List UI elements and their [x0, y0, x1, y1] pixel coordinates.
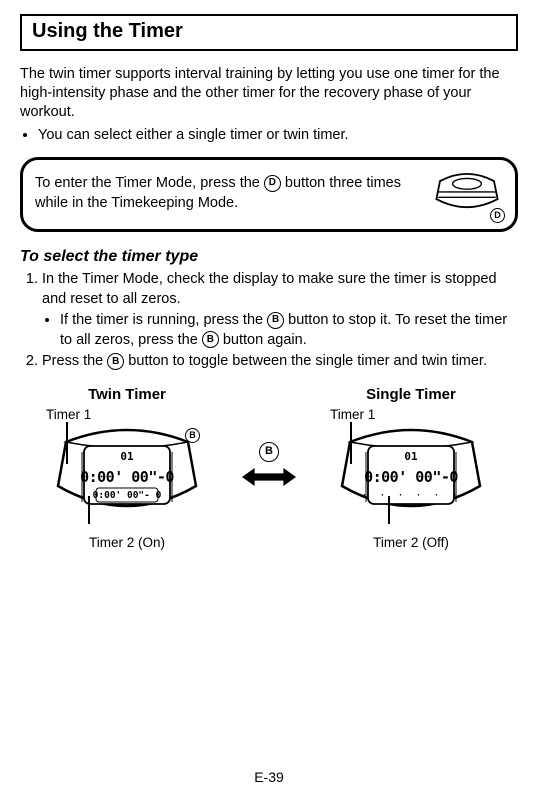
intro-bullets: You can select either a single timer or … [20, 126, 518, 146]
mode-tip-box: To enter the Timer Mode, press the D but… [20, 157, 518, 232]
toggle-arrow: B [242, 442, 296, 488]
intro-bullet-1: You can select either a single timer or … [38, 126, 518, 146]
step-1a: If the timer is running, press the B but… [60, 311, 518, 350]
figure-twin-timer: Twin Timer Timer 1 01 0:00' 00"-0 0:00' … [22, 386, 232, 550]
step2-pre: Press the [42, 353, 107, 369]
device-top-illustration: D [431, 168, 503, 219]
svg-text:0:00' 00"-0: 0:00' 00"-0 [364, 468, 458, 486]
svg-text:01: 01 [404, 450, 418, 463]
step-1: In the Timer Mode, check the display to … [42, 270, 518, 350]
step-2: Press the B button to toggle between the… [42, 352, 518, 372]
step-1-text: In the Timer Mode, check the display to … [42, 271, 497, 307]
fig-right-timer1-label: Timer 1 [330, 407, 516, 422]
b-button-icon: B [107, 353, 124, 370]
device-illustration-left: 01 0:00' 00"-0 0:00' 00"- 0 B [22, 424, 232, 529]
fig-left-timer1-label: Timer 1 [46, 407, 232, 422]
fig-left-timer2-label: Timer 2 (On) [22, 535, 232, 550]
section-title: Using the Timer [32, 20, 506, 43]
svg-text:01: 01 [120, 450, 134, 463]
b-button-icon: B [259, 442, 279, 462]
step2-post: button to toggle between the single time… [124, 353, 487, 369]
mode-tip-text: To enter the Timer Mode, press the D but… [35, 174, 421, 213]
b-button-icon: B [267, 312, 284, 329]
figure-single-timer: Single Timer Timer 1 01 0:00' 00"-0 · · … [306, 386, 516, 550]
double-arrow-icon [242, 466, 296, 488]
d-button-icon: D [264, 175, 281, 192]
svg-text:0:00' 00"- 0: 0:00' 00"- 0 [93, 490, 162, 501]
step1a-post: button again. [219, 332, 307, 348]
b-badge-icon: B [185, 428, 200, 443]
svg-text:· · · · · ·: · · · · · · [361, 490, 460, 501]
fig-right-title: Single Timer [306, 386, 516, 403]
intro-paragraph: The twin timer supports interval trainin… [20, 65, 518, 122]
svg-text:0:00' 00"-0: 0:00' 00"-0 [80, 468, 174, 486]
step1a-pre: If the timer is running, press the [60, 312, 267, 328]
steps-list: In the Timer Mode, check the display to … [20, 270, 518, 372]
device-illustration-right: 01 0:00' 00"-0 · · · · · · [306, 424, 516, 529]
fig-left-title: Twin Timer [22, 386, 232, 403]
figure-row: Twin Timer Timer 1 01 0:00' 00"-0 0:00' … [20, 386, 518, 550]
page-number: E-39 [0, 769, 538, 785]
subheading: To select the timer type [20, 248, 518, 266]
b-button-icon: B [202, 331, 219, 348]
fig-right-timer2-label: Timer 2 (Off) [306, 535, 516, 550]
section-title-box: Using the Timer [20, 14, 518, 51]
d-badge-icon: D [490, 208, 505, 223]
mode-tip-pre: To enter the Timer Mode, press the [35, 175, 264, 191]
